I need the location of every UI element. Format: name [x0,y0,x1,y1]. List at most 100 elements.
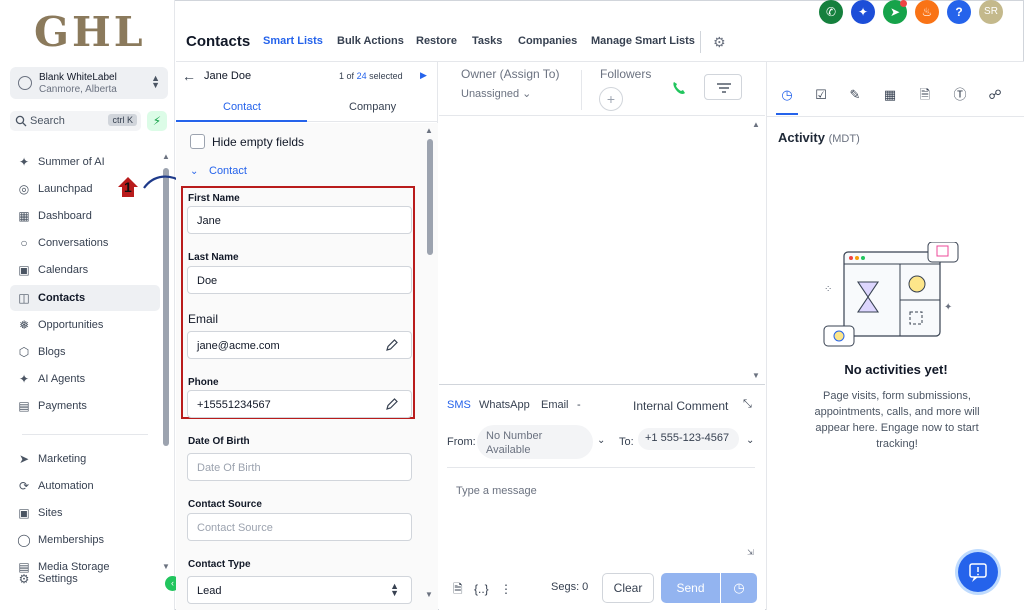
sidebar-scrollbar[interactable] [163,168,169,446]
sidebar-item-opportunities[interactable]: ❅ Opportunities [10,312,160,338]
filter-button[interactable] [704,74,742,100]
sidebar-item-automation[interactable]: ⟳ Automation [10,473,160,499]
tab-bulk-actions[interactable]: Bulk Actions [337,35,404,47]
tab-whatsapp[interactable]: WhatsApp [479,399,530,411]
first-name-field[interactable]: Jane [187,206,412,234]
search-box[interactable]: Search ctrl K [10,111,141,131]
email-field[interactable]: jane@acme.com [187,331,412,359]
tab-company[interactable]: Company [349,101,396,113]
active-tab-indicator [176,120,307,122]
sidebar-item-sites[interactable]: ▣ Sites [10,500,160,526]
sidebar-item-payments[interactable]: ▤ Payments [10,393,160,419]
sites-icon: ▣ [18,506,30,520]
rocket-icon: ◎ [18,182,30,196]
first-name-label: First Name [188,193,240,204]
contact-type-select[interactable]: Lead ▲ ▼ [187,576,412,604]
user-avatar[interactable]: SR [979,0,1003,24]
message-input[interactable]: Type a message [456,485,537,497]
sidebar-item-settings[interactable]: ⚙ Settings [10,569,160,589]
scroll-down-icon[interactable]: ▼ [162,562,170,571]
chevron-down-icon[interactable]: ⌄ [746,435,754,446]
edit-pencil-icon[interactable] [385,397,399,411]
sidebar-item-label: Opportunities [38,319,104,331]
help-icon[interactable]: ? [947,0,971,24]
more-options-icon[interactable]: ⋮ [500,582,512,596]
workflow-icon[interactable]: ☍ [986,86,1004,104]
tab-email[interactable]: Email [541,399,569,411]
to-number-select[interactable]: +1 555-123-4567 [638,428,739,450]
activity-tabs: ◷ ☑ ✎ ▦ 🗎 Ⓣ ☍ [767,62,1024,117]
chevron-down-icon: ⌄ [522,88,532,100]
resize-handle-icon[interactable]: ⇲ [747,548,754,557]
scroll-up-icon[interactable]: ▲ [162,152,170,161]
chevron-down-icon[interactable]: ⌄ [597,435,605,446]
tab-smart-lists[interactable]: Smart Lists [263,35,323,65]
sidebar-item-ai-agents[interactable]: ✦ AI Agents [10,366,160,392]
call-icon[interactable] [671,80,687,96]
sidebar-item-calendars[interactable]: ▣ Calendars [10,257,160,283]
activity-clock-icon[interactable]: ◷ [778,86,796,104]
scroll-down-icon[interactable]: ▼ [752,371,760,380]
tab-sms[interactable]: SMS [447,399,471,411]
appointments-calendar-icon[interactable]: ▦ [881,86,899,104]
next-record-icon[interactable]: ▶ [420,70,427,81]
clear-button[interactable]: Clear [602,573,654,603]
bell-icon[interactable]: ♨ [915,0,939,24]
quick-action-bolt-icon[interactable]: ⚡ [147,111,167,131]
phone-icon[interactable]: ✆ [819,0,843,24]
sidebar-item-summer-of-ai[interactable]: ✦ Summer of AI [10,149,160,175]
add-follower-button[interactable]: + [599,87,623,111]
dob-field[interactable]: Date Of Birth [187,453,412,481]
sidebar-item-label: Blogs [38,346,66,358]
sidebar-item-memberships[interactable]: ◯ Memberships [10,527,160,553]
search-icon [15,115,27,127]
sidebar-item-dashboard[interactable]: ▦ Dashboard [10,203,160,229]
from-number-select[interactable]: No Number Available [477,425,593,459]
sidebar-item-blogs[interactable]: ⬡ Blogs [10,339,160,365]
tab-restore[interactable]: Restore [416,35,457,47]
tab-manage-smart-lists[interactable]: Manage Smart Lists [591,35,695,47]
documents-icon[interactable]: 🗎 [916,86,934,104]
phone-field[interactable]: +15551234567 [187,390,412,418]
message-composer: SMS WhatsApp Email - Internal Comment ⤡ … [439,384,765,610]
account-switcher[interactable]: Blank WhiteLabel Canmore, Alberta ▲ ▼ [10,67,168,99]
scroll-up-icon[interactable]: ▲ [425,126,433,135]
to-number-value: +1 555-123-4567 [645,432,730,444]
custom-values-icon[interactable]: {..} [474,582,489,596]
email-value: jane@acme.com [197,340,280,352]
gear-icon[interactable]: ⚙ [713,34,726,51]
payments-dollar-icon[interactable]: Ⓣ [951,86,969,104]
sidebar-item-contacts[interactable]: ◫ Contacts [10,285,160,311]
chevron-down-icon[interactable]: ⌄ [190,166,198,177]
tab-companies[interactable]: Companies [518,35,577,47]
tab-internal-comment[interactable]: Internal Comment [633,399,728,413]
expand-icon[interactable]: ⤡ [743,398,752,411]
schedule-send-icon[interactable]: ◷ [721,573,757,603]
tab-contact[interactable]: Contact [223,101,261,113]
scroll-down-icon[interactable]: ▼ [425,590,433,599]
sidebar-divider [22,434,148,435]
hide-empty-checkbox[interactable] [190,134,205,149]
notes-pen-icon[interactable]: ✎ [846,86,864,104]
tasks-checkbox-icon[interactable]: ☑ [812,86,830,104]
owner-select[interactable]: Unassigned ⌄ [461,87,531,100]
edit-pencil-icon[interactable] [385,338,399,352]
tab-tasks[interactable]: Tasks [472,35,502,47]
blogs-icon: ⬡ [18,345,30,359]
send-button[interactable]: Send [661,573,720,603]
sparkle-icon[interactable]: ✦ [851,0,875,24]
contact-source-field[interactable]: Contact Source [187,513,412,541]
scroll-up-icon[interactable]: ▲ [752,120,760,129]
back-arrow-icon[interactable]: ← [182,68,196,84]
form-scrollbar[interactable] [427,139,433,255]
hide-empty-label: Hide empty fields [212,135,305,149]
account-name: Blank WhiteLabel [39,72,117,83]
sidebar-item-marketing[interactable]: ➤ Marketing [10,446,160,472]
section-contact-toggle[interactable]: Contact [209,165,247,177]
chat-help-button[interactable] [958,552,998,592]
template-icon[interactable]: 🗎 [453,582,463,596]
sidebar-item-conversations[interactable]: ○ Conversations [10,230,160,256]
last-name-field[interactable]: Doe [187,266,412,294]
pager-of: of [346,71,355,81]
from-label: From: [447,436,476,448]
